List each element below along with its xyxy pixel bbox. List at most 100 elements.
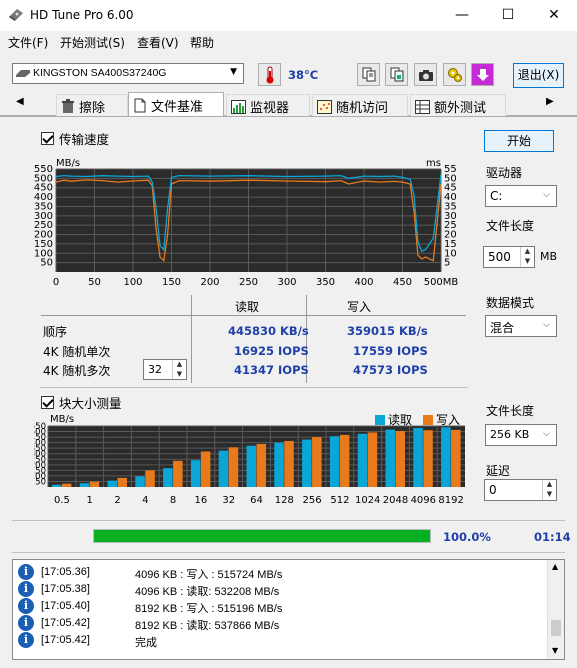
tab-file-benchmark[interactable]: 文件基准 — [128, 92, 224, 116]
section-separator — [40, 387, 468, 388]
drive-select[interactable]: KINGSTON SA400S37240G ▼ — [12, 63, 244, 84]
spin-up-icon[interactable]: ▲ — [173, 360, 186, 370]
write-bar — [256, 443, 267, 487]
close-button[interactable]: ✕ — [531, 0, 577, 31]
copy-image-button[interactable] — [385, 63, 408, 86]
write-bar — [173, 460, 183, 487]
y-tick-label: 50 — [40, 258, 53, 269]
scroll-thumb[interactable] — [551, 620, 561, 636]
drive-combo[interactable]: C: ⌵ — [485, 185, 557, 207]
read-bar — [302, 439, 312, 487]
spin-up-icon[interactable]: ▲ — [521, 247, 534, 257]
read-bar — [357, 433, 368, 487]
temperature-button[interactable] — [258, 63, 281, 86]
spin-up-icon[interactable]: ▲ — [543, 480, 556, 490]
tab-label: 擦除 — [79, 101, 106, 116]
block-size-checkbox[interactable]: 块大小测量 — [41, 393, 122, 412]
spin-down-icon[interactable]: ▼ — [543, 490, 556, 500]
spin-down-icon[interactable]: ▼ — [173, 370, 186, 380]
tab-random-access[interactable]: 随机访问 — [312, 94, 408, 116]
spin-down-icon[interactable]: ▼ — [521, 257, 534, 267]
log-text: 8192 KB : 写入 : 515196 MB/s — [135, 603, 283, 615]
x-tick-label: 8 — [170, 495, 176, 506]
x-tick-label: 512 — [330, 495, 349, 506]
scroll-down-icon[interactable]: ▼ — [552, 646, 558, 655]
file-length-stepper[interactable]: 500 ▲ ▼ — [483, 246, 535, 268]
read-bar — [79, 483, 90, 487]
x-tick-label: 128 — [275, 495, 294, 506]
drive-name: KINGSTON SA400S37240G — [33, 67, 167, 79]
file-length-unit: MB — [540, 250, 558, 263]
info-icon: i — [18, 581, 34, 597]
progress-fill — [94, 530, 430, 542]
copy-text-button[interactable] — [357, 63, 380, 86]
read-bar — [190, 460, 201, 487]
tab-scroll-left-icon[interactable]: ◀ — [16, 96, 24, 107]
write-bar — [423, 430, 433, 487]
screenshot-button[interactable] — [414, 63, 437, 86]
tab-label: 文件基准 — [151, 100, 204, 115]
exit-button[interactable]: 退出(X) — [513, 63, 564, 88]
data-mode-combo[interactable]: 混合 ⌵ — [485, 315, 557, 337]
x-tick-label: 32 — [222, 495, 235, 506]
log-text: 8192 KB : 读取: 537866 MB/s — [135, 620, 280, 632]
window-title: HD Tune Pro 6.00 — [30, 8, 134, 22]
menu-help[interactable]: 帮助 — [190, 34, 214, 51]
write-bar — [117, 477, 128, 487]
log-text: 4096 KB : 写入 : 515724 MB/s — [135, 569, 283, 581]
chevron-down-icon: ⌵ — [543, 320, 550, 330]
delay-stepper[interactable]: 0 ▲ ▼ — [484, 479, 557, 501]
divider — [41, 315, 466, 316]
file-icon — [134, 98, 146, 113]
maximize-button[interactable]: ☐ — [485, 0, 531, 31]
copy-image-icon — [390, 67, 403, 82]
block-file-length-label: 文件长度 — [486, 404, 535, 418]
tab-monitor[interactable]: 监视器 — [226, 94, 310, 116]
write-bar — [312, 437, 322, 487]
menu-start-test[interactable]: 开始测试(S) — [60, 34, 125, 51]
scroll-up-icon[interactable]: ▲ — [552, 562, 558, 571]
transfer-speed-checkbox[interactable]: 传输速度 — [41, 129, 109, 148]
tab-scroll-right-icon[interactable]: ▶ — [546, 96, 554, 107]
spin-buttons[interactable]: ▲ ▼ — [520, 247, 534, 267]
data-mode-value: 混合 — [490, 321, 515, 335]
queue-depth-stepper[interactable]: 32 ▲ ▼ — [143, 359, 187, 380]
spin-buttons[interactable]: ▲ ▼ — [172, 360, 186, 379]
write-bar — [228, 447, 239, 487]
save-button[interactable] — [471, 63, 494, 86]
log-list[interactable]: i [17:05.36] 4096 KB : 写入 : 515724 MB/s … — [12, 559, 565, 660]
y-axis-unit: MB/s — [56, 158, 80, 169]
x-tick-label: 250 — [239, 277, 258, 288]
spin-buttons[interactable]: ▲ ▼ — [542, 480, 556, 500]
minimize-button[interactable]: — — [439, 0, 485, 31]
chevron-down-icon: ▼ — [230, 67, 237, 77]
start-button[interactable]: 开始 — [484, 130, 554, 152]
log-time: [17:05.36] — [41, 566, 90, 578]
separator — [12, 552, 565, 553]
results-table: 读取 写入 顺序 445830 KB/s 359015 KB/s 4K 随机单次… — [41, 295, 469, 385]
tab-label: 监视器 — [250, 101, 290, 116]
tab-extra-tests[interactable]: 额外测试 — [410, 94, 506, 116]
row-label-4k-multi: 4K 随机多次 — [43, 364, 111, 378]
block-file-length-value: 256 KB — [490, 428, 530, 441]
log-time: [17:05.40] — [41, 600, 90, 612]
app-icon — [8, 8, 24, 22]
data-mode-label: 数据模式 — [486, 296, 535, 310]
checkbox-checked — [41, 396, 54, 409]
arrow-down-icon — [476, 68, 489, 81]
gears-icon — [447, 67, 462, 82]
x-tick-label: 150 — [162, 277, 181, 288]
delay-label: 延迟 — [486, 464, 511, 478]
4k-multi-write-value: 47573 IOPS — [353, 363, 428, 377]
tab-strip: ◀ 擦除 文件基准 监视器 随机访问 额外测试 ▶ — [0, 92, 577, 116]
log-scrollbar[interactable]: ▲ ▼ — [547, 560, 564, 659]
menu-view[interactable]: 查看(V) — [137, 34, 179, 51]
block-file-length-combo[interactable]: 256 KB ⌵ — [485, 424, 557, 446]
tab-label: 随机访问 — [336, 101, 389, 116]
menu-file[interactable]: 文件(F) — [8, 34, 48, 51]
tab-erase[interactable]: 擦除 — [56, 94, 128, 116]
options-button[interactable] — [443, 63, 466, 86]
read-bar — [246, 445, 256, 487]
read-bar — [135, 476, 145, 487]
x-tick-label: 0.5 — [54, 495, 70, 506]
